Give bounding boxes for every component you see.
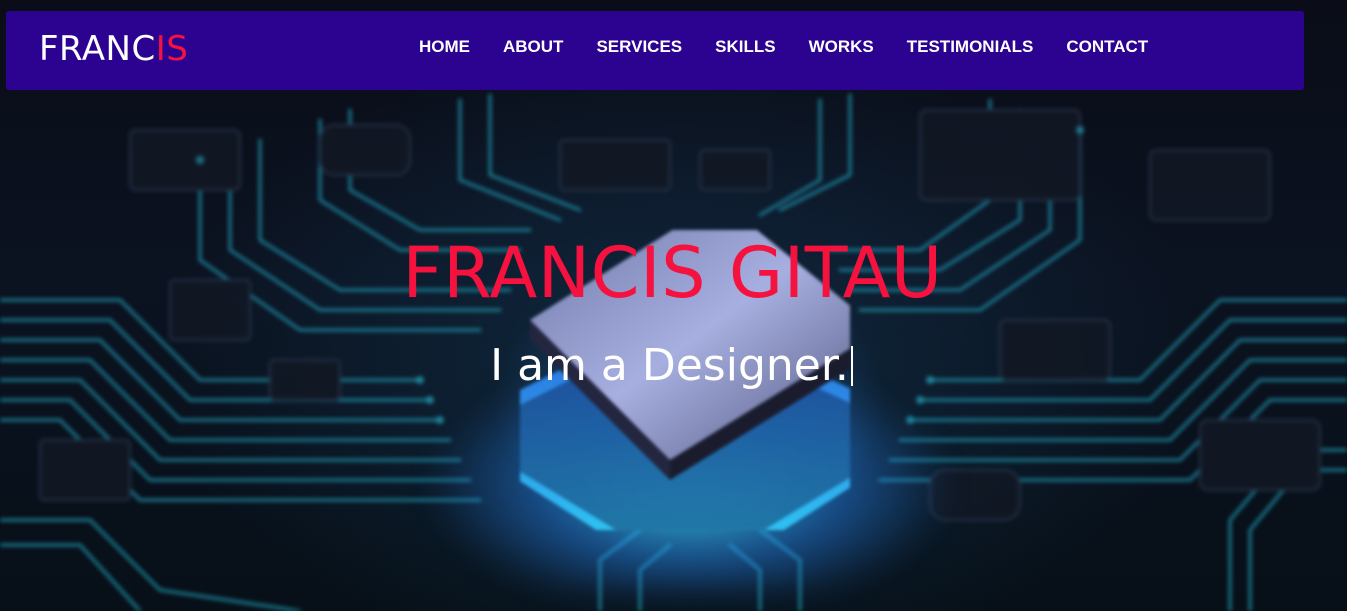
nav-link-about[interactable]: ABOUT xyxy=(503,37,563,57)
nav-link-testimonials[interactable]: TESTIMONIALS xyxy=(907,37,1034,57)
nav-link-skills[interactable]: SKILLS xyxy=(715,37,775,57)
logo-text-accent: IS xyxy=(155,29,189,69)
hero-typed-role: I am a Designer. xyxy=(0,340,1347,392)
nav-link-contact[interactable]: CONTACT xyxy=(1066,37,1148,57)
nav-menu: HOME ABOUT SERVICES SKILLS WORKS TESTIMO… xyxy=(419,37,1148,57)
hero-section: FRANCIS HOME ABOUT SERVICES SKILLS WORKS… xyxy=(0,0,1347,611)
hero-name-text: FRANCIS GITAU xyxy=(402,232,943,314)
nav-link-home[interactable]: HOME xyxy=(419,37,470,57)
site-logo[interactable]: FRANCIS xyxy=(39,29,188,69)
logo-text-primary: FRANC xyxy=(39,29,156,69)
hero-name-heading: FRANCIS GITAU xyxy=(0,232,1347,314)
nav-link-services[interactable]: SERVICES xyxy=(596,37,682,57)
typed-role-text: I am a Designer. xyxy=(490,340,849,391)
typing-cursor xyxy=(850,346,853,386)
nav-link-works[interactable]: WORKS xyxy=(809,37,874,57)
top-navbar: FRANCIS HOME ABOUT SERVICES SKILLS WORKS… xyxy=(6,11,1304,90)
